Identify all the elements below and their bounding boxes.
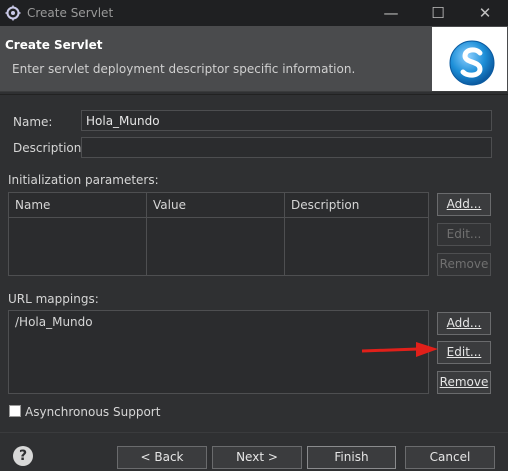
column-name-header[interactable]: Name	[9, 193, 147, 217]
banner-separator	[0, 94, 508, 95]
name-label: Name:	[13, 115, 53, 129]
list-item[interactable]: /Hola_Mundo	[9, 311, 428, 333]
url-remove-button[interactable]: Remove	[437, 371, 491, 394]
url-remove-label: Remove	[439, 375, 489, 389]
init-edit-button[interactable]: Edit...	[437, 223, 491, 246]
finish-button[interactable]: Finish	[307, 446, 396, 469]
init-params-table[interactable]: Name Value Description	[8, 192, 429, 276]
description-label: Description:	[13, 141, 86, 155]
init-remove-button[interactable]: Remove	[437, 253, 491, 276]
servlet-logo-icon	[449, 40, 495, 86]
init-params-header: Name Value Description	[9, 193, 428, 218]
page-title: Create Servlet	[5, 38, 103, 52]
init-add-button[interactable]: Add...	[437, 193, 491, 216]
init-add-label: Add...	[446, 197, 482, 211]
footer-separator	[0, 432, 508, 433]
url-add-button[interactable]: Add...	[437, 312, 491, 335]
servlet-logo	[432, 27, 507, 91]
close-icon[interactable]: ✕	[474, 3, 496, 23]
cancel-button[interactable]: Cancel	[405, 446, 495, 469]
url-edit-button[interactable]: Edit...	[437, 341, 491, 364]
maximize-icon[interactable]: ☐	[427, 3, 449, 23]
async-support-checkbox[interactable]	[9, 405, 21, 417]
url-edit-label: Edit...	[446, 345, 482, 359]
next-button[interactable]: Next >	[212, 446, 302, 469]
page-description: Enter servlet deployment descriptor spec…	[12, 62, 356, 76]
url-mappings-label: URL mappings:	[8, 292, 99, 306]
eclipse-app-icon	[5, 5, 21, 21]
init-params-label: Initialization parameters:	[8, 173, 159, 187]
async-support-label[interactable]: Asynchronous Support	[25, 405, 160, 419]
column-divider	[284, 217, 285, 275]
column-value-header[interactable]: Value	[147, 193, 285, 217]
back-button[interactable]: < Back	[117, 446, 207, 469]
name-field[interactable]: Hola_Mundo	[81, 110, 492, 131]
minimize-icon[interactable]: —	[380, 3, 402, 23]
description-field[interactable]	[81, 137, 492, 158]
window-title: Create Servlet	[27, 6, 114, 20]
url-add-label: Add...	[446, 316, 482, 330]
annotation-arrow-icon	[361, 342, 438, 357]
help-icon[interactable]: ?	[13, 446, 33, 466]
column-description-header[interactable]: Description	[285, 193, 428, 217]
column-divider	[146, 217, 147, 275]
